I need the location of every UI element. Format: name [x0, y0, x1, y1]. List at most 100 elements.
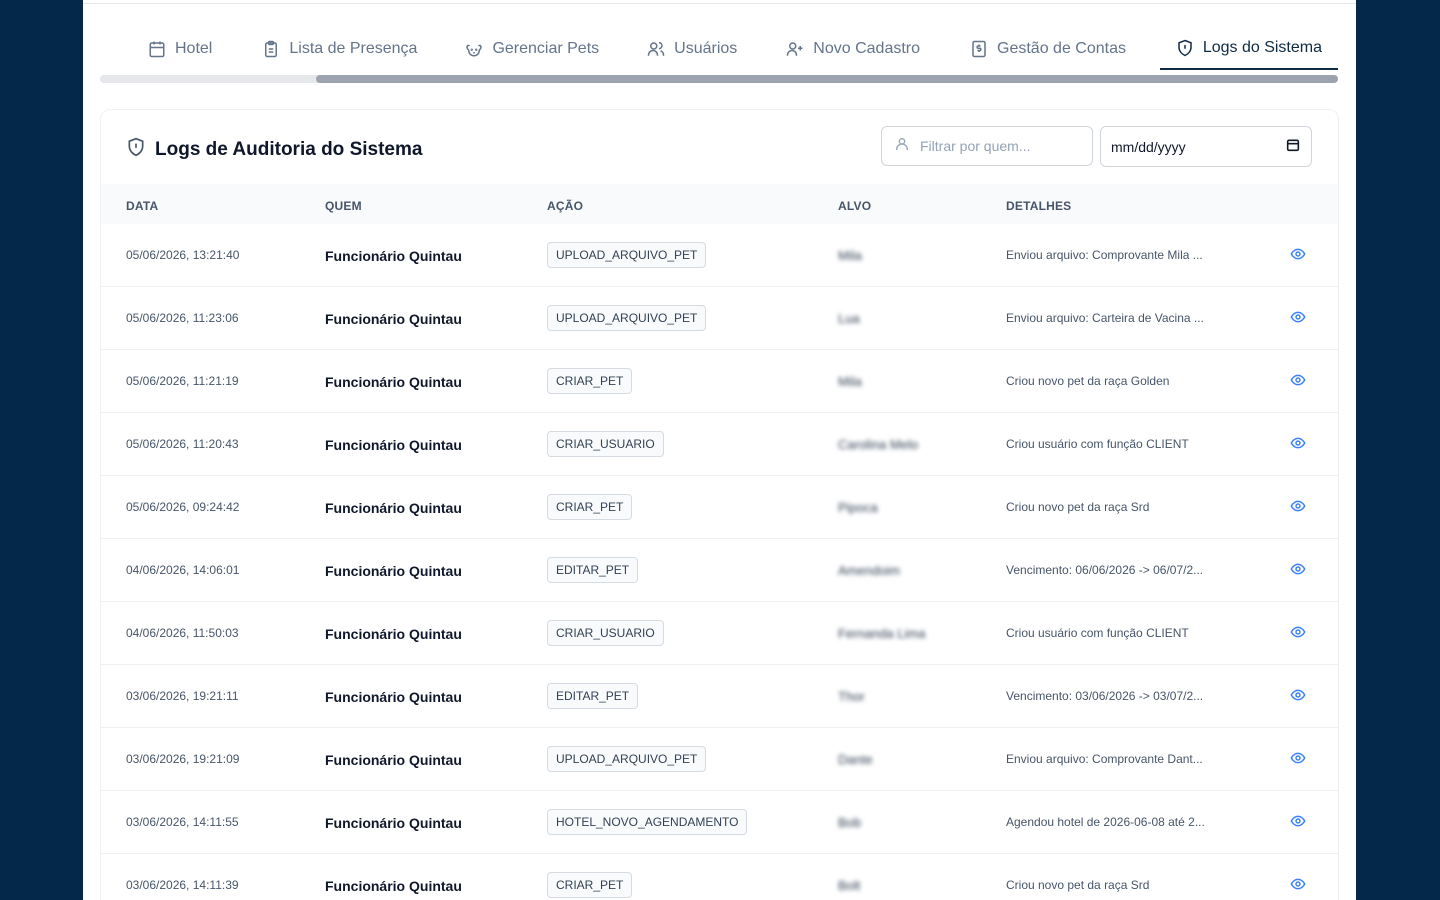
row-details: Agendou hotel de 2026-06-08 até 2...	[1006, 815, 1205, 829]
row-details: Enviou arquivo: Carteira de Vacina ...	[1006, 311, 1204, 325]
eye-icon[interactable]	[1290, 750, 1306, 766]
row-who: Funcionário Quintau	[325, 248, 462, 264]
filter-who-input[interactable]	[918, 137, 1082, 155]
eye-icon[interactable]	[1290, 813, 1306, 829]
page: Hotel Lista de Presença Gerenciar Pets U…	[83, 0, 1356, 900]
row-action-badge: CRIAR_PET	[547, 368, 633, 394]
shield-icon	[126, 137, 146, 163]
user-plus-icon	[786, 40, 804, 58]
table-row: 05/06/2026, 11:21:19 Funcionário Quintau…	[101, 350, 1338, 413]
row-who: Funcionário Quintau	[325, 500, 462, 516]
row-details: Criou novo pet da raça Golden	[1006, 374, 1170, 388]
card-header: Logs de Auditoria do Sistema mm/dd/yyyy	[101, 110, 1338, 184]
calendar-picker-icon[interactable]	[1285, 137, 1301, 156]
row-date: 05/06/2026, 13:21:40	[126, 248, 240, 262]
tab-novo-cadastro[interactable]: Novo Cadastro	[786, 28, 920, 70]
row-action-badge: UPLOAD_ARQUIVO_PET	[547, 242, 707, 268]
eye-icon[interactable]	[1290, 246, 1306, 262]
shield-icon	[1176, 39, 1194, 57]
users-icon	[647, 40, 665, 58]
tab-gestao-contas[interactable]: Gestão de Contas	[970, 28, 1126, 70]
column-header-action: AÇÃO	[547, 199, 584, 213]
clipboard-icon	[262, 40, 280, 58]
card-title: Logs de Auditoria do Sistema	[126, 137, 422, 163]
eye-icon[interactable]	[1290, 435, 1306, 451]
table-row: 03/06/2026, 19:21:09 Funcionário Quintau…	[101, 728, 1338, 791]
row-action-badge: CRIAR_PET	[547, 872, 633, 898]
row-target: Amendoim	[838, 563, 901, 578]
eye-icon[interactable]	[1290, 372, 1306, 388]
row-date: 05/06/2026, 11:23:06	[126, 311, 239, 325]
row-date: 03/06/2026, 14:11:39	[126, 878, 239, 892]
eye-icon[interactable]	[1290, 561, 1306, 577]
filter-who-field[interactable]	[881, 126, 1093, 166]
row-who: Funcionário Quintau	[325, 563, 462, 579]
eye-icon[interactable]	[1290, 309, 1306, 325]
table-row: 04/06/2026, 14:06:01 Funcionário Quintau…	[101, 539, 1338, 602]
row-date: 04/06/2026, 14:06:01	[126, 563, 240, 577]
row-action-badge: CRIAR_USUARIO	[547, 431, 664, 457]
tabs-scrollbar[interactable]	[100, 75, 1338, 83]
tab-lista-presenca[interactable]: Lista de Presença	[262, 28, 417, 70]
tab-usuarios[interactable]: Usuários	[647, 28, 737, 70]
table-body: 05/06/2026, 13:21:40 Funcionário Quintau…	[101, 224, 1338, 900]
row-target: Mila	[838, 374, 862, 389]
row-details: Vencimento: 06/06/2026 -> 06/07/2...	[1006, 563, 1204, 577]
calendar-icon	[148, 40, 166, 58]
row-details: Criou usuário com função CLIENT	[1006, 437, 1189, 451]
tab-label: Novo Cadastro	[813, 40, 921, 57]
eye-icon[interactable]	[1290, 687, 1306, 703]
pet-icon	[465, 40, 483, 58]
tab-label: Logs do Sistema	[1202, 39, 1322, 56]
date-placeholder: mm/dd/yyyy	[1111, 138, 1186, 155]
receipt-icon	[970, 40, 988, 58]
row-details: Criou novo pet da raça Srd	[1006, 500, 1150, 514]
tab-bar: Hotel Lista de Presença Gerenciar Pets U…	[100, 28, 1338, 74]
row-action-badge: CRIAR_USUARIO	[547, 620, 664, 646]
user-icon	[894, 136, 910, 157]
row-target: Carolina Melo	[838, 437, 919, 452]
row-target: Bolt	[838, 878, 861, 893]
eye-icon[interactable]	[1290, 498, 1306, 514]
top-divider	[83, 3, 1356, 4]
date-filter-input[interactable]: mm/dd/yyyy	[1100, 126, 1312, 167]
eye-icon[interactable]	[1290, 876, 1306, 892]
row-date: 05/06/2026, 09:24:42	[126, 500, 240, 514]
tab-label: Gerenciar Pets	[492, 40, 600, 57]
row-action-badge: CRIAR_PET	[547, 494, 633, 520]
tab-hotel[interactable]: Hotel	[148, 28, 212, 70]
row-date: 03/06/2026, 14:11:55	[126, 815, 239, 829]
row-who: Funcionário Quintau	[325, 374, 462, 390]
card-title-text: Logs de Auditoria do Sistema	[155, 139, 423, 160]
row-date: 05/06/2026, 11:20:43	[126, 437, 239, 451]
row-details: Enviou arquivo: Comprovante Dant...	[1006, 752, 1203, 766]
row-who: Funcionário Quintau	[325, 311, 462, 327]
row-target: Dante	[838, 752, 873, 767]
row-who: Funcionário Quintau	[325, 689, 462, 705]
table-row: 05/06/2026, 11:20:43 Funcionário Quintau…	[101, 413, 1338, 476]
row-who: Funcionário Quintau	[325, 437, 462, 453]
eye-icon[interactable]	[1290, 624, 1306, 640]
column-header-details: DETALHES	[1006, 199, 1072, 213]
row-who: Funcionário Quintau	[325, 752, 462, 768]
table-header: DATA QUEM AÇÃO ALVO DETALHES	[101, 184, 1338, 224]
column-header-target: ALVO	[838, 199, 872, 213]
row-target: Thor	[838, 689, 865, 704]
table-row: 05/06/2026, 13:21:40 Funcionário Quintau…	[101, 224, 1338, 287]
table-row: 05/06/2026, 09:24:42 Funcionário Quintau…	[101, 476, 1338, 539]
row-action-badge: UPLOAD_ARQUIVO_PET	[547, 746, 707, 772]
row-action-badge: EDITAR_PET	[547, 683, 639, 709]
tabs-scrollbar-thumb[interactable]	[316, 75, 1338, 83]
row-target: Fernanda Lima	[838, 626, 926, 641]
tab-logs-sistema[interactable]: Logs do Sistema	[1159, 28, 1338, 70]
tab-gerenciar-pets[interactable]: Gerenciar Pets	[465, 28, 599, 70]
table-row: 03/06/2026, 14:11:55 Funcionário Quintau…	[101, 791, 1338, 854]
row-action-badge: UPLOAD_ARQUIVO_PET	[547, 305, 707, 331]
row-date: 04/06/2026, 11:50:03	[126, 626, 239, 640]
row-target: Pipoca	[838, 500, 878, 515]
row-target: Bob	[838, 815, 862, 830]
row-date: 03/06/2026, 19:21:09	[126, 752, 240, 766]
tab-label: Gestão de Contas	[997, 40, 1126, 57]
row-date: 05/06/2026, 11:21:19	[126, 374, 239, 388]
row-details: Vencimento: 03/06/2026 -> 03/07/2...	[1006, 689, 1204, 703]
